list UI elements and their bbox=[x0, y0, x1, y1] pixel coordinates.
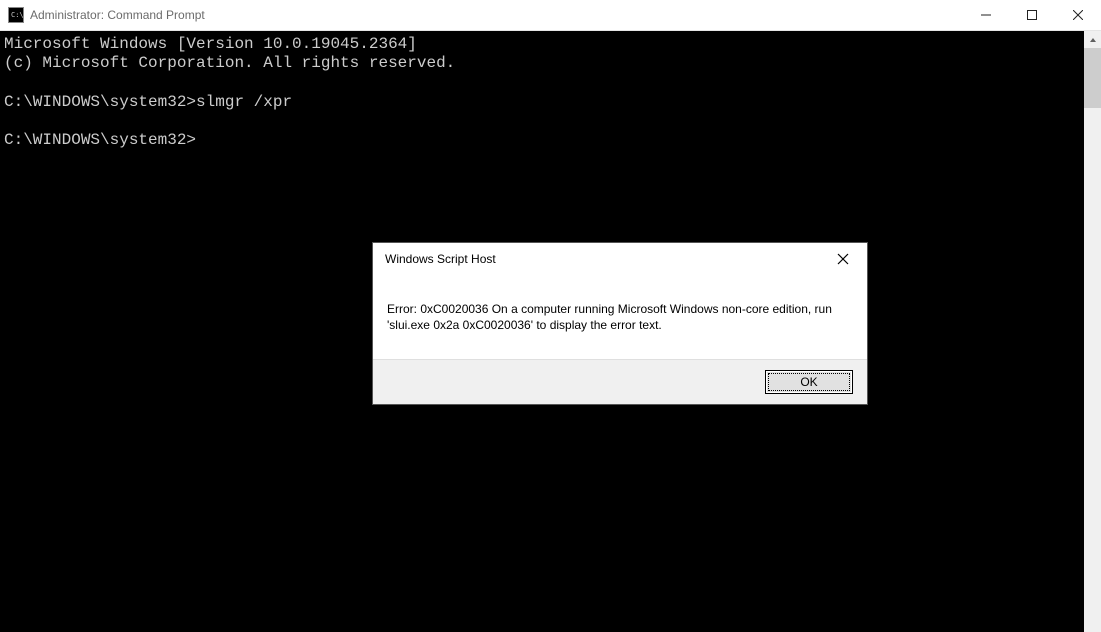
scrollbar-thumb[interactable] bbox=[1084, 48, 1101, 108]
terminal-line: (c) Microsoft Corporation. All rights re… bbox=[4, 54, 455, 72]
terminal-line: Microsoft Windows [Version 10.0.19045.23… bbox=[4, 35, 417, 53]
terminal-area: Microsoft Windows [Version 10.0.19045.23… bbox=[0, 31, 1101, 632]
ok-button[interactable]: OK bbox=[765, 370, 853, 394]
terminal-line: C:\WINDOWS\system32> bbox=[4, 131, 196, 149]
dialog-title: Windows Script Host bbox=[385, 252, 827, 266]
dialog-message: Error: 0xC0020036 On a computer running … bbox=[373, 275, 867, 359]
minimize-button[interactable] bbox=[963, 0, 1009, 30]
error-dialog: Windows Script Host Error: 0xC0020036 On… bbox=[372, 242, 868, 405]
close-button[interactable] bbox=[1055, 0, 1101, 30]
cmd-icon: C:\ bbox=[8, 7, 24, 23]
window-controls bbox=[963, 0, 1101, 30]
maximize-button[interactable] bbox=[1009, 0, 1055, 30]
dialog-footer: OK bbox=[373, 359, 867, 404]
dialog-close-button[interactable] bbox=[827, 245, 859, 273]
terminal-line: C:\WINDOWS\system32>slmgr /xpr bbox=[4, 93, 292, 111]
main-titlebar: C:\ Administrator: Command Prompt bbox=[0, 0, 1101, 31]
window-title: Administrator: Command Prompt bbox=[30, 8, 963, 22]
scroll-up-arrow-icon[interactable] bbox=[1084, 31, 1101, 48]
dialog-titlebar: Windows Script Host bbox=[373, 243, 867, 275]
vertical-scrollbar[interactable] bbox=[1084, 31, 1101, 632]
